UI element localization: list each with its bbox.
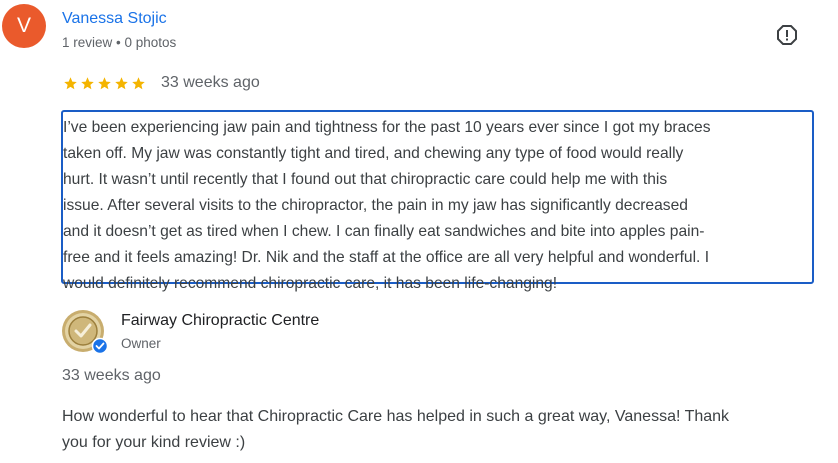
owner-name: Fairway Chiropractic Centre	[121, 312, 320, 329]
reviewer-meta: 1 review • 0 photos	[62, 35, 177, 50]
star-icon	[114, 76, 129, 91]
star-icon	[97, 76, 112, 91]
verified-badge-icon	[91, 337, 109, 355]
review-text-line: hurt. It wasn’t until recently that I fo…	[63, 171, 668, 188]
review-text: I’ve been experiencing jaw pain and tigh…	[63, 115, 823, 297]
reviewer-avatar[interactable]: V	[2, 4, 46, 48]
review-text-selection[interactable]: I’ve been experiencing jaw pain and tigh…	[61, 110, 814, 292]
review-text-line: would definitely recommend chiropractic …	[63, 275, 558, 292]
reviewer-name[interactable]: Vanessa Stojic	[62, 10, 167, 28]
review-text-line: issue. After several visits to the chiro…	[63, 197, 688, 214]
owner-response-line: How wonderful to hear that Chiropractic …	[62, 408, 730, 425]
review-text-line: I’ve been experiencing jaw pain and tigh…	[63, 119, 711, 136]
star-icon	[131, 76, 146, 91]
avatar-letter: V	[16, 14, 31, 37]
review-text-line: free and it feels amazing! Dr. Nik and t…	[63, 249, 710, 266]
star-icon	[80, 76, 95, 91]
star-icon	[63, 76, 78, 91]
owner-response-date: 33 weeks ago	[62, 367, 161, 384]
owner-response-line: you for your kind review :)	[62, 434, 246, 451]
report-flag-icon[interactable]	[776, 24, 798, 46]
rating-row: 33 weeks ago	[63, 74, 260, 92]
owner-role: Owner	[121, 336, 161, 351]
business-logo-icon	[62, 310, 109, 356]
review-text-line: taken off. My jaw was constantly tight a…	[63, 145, 684, 162]
review-date: 33 weeks ago	[161, 74, 260, 91]
star-rating	[63, 76, 146, 91]
owner-response-text: How wonderful to hear that Chiropractic …	[62, 404, 832, 456]
review-text-line: and it doesn’t get as tired when I chew.…	[63, 223, 705, 240]
